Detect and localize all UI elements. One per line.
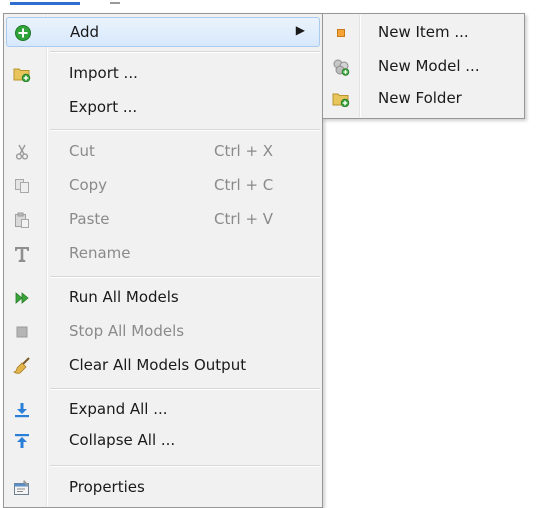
menu-item-label: Expand All ... xyxy=(69,400,168,418)
menu-item-new-folder[interactable]: New Folder xyxy=(325,84,522,114)
menu-item-label: Paste xyxy=(69,210,110,228)
toolbar-remnant xyxy=(0,0,200,12)
menu-item-label: Add xyxy=(70,23,100,41)
menu-item-paste[interactable]: Paste Ctrl + V xyxy=(6,205,320,235)
menu-item-expand-all[interactable]: Expand All ... xyxy=(6,395,320,425)
menu-item-import[interactable]: Import ... xyxy=(6,59,320,89)
cut-icon xyxy=(13,143,31,161)
menu-item-collapse-all[interactable]: Collapse All ... xyxy=(6,426,320,456)
menu-item-label: Clear All Models Output xyxy=(69,356,247,374)
menu-item-copy[interactable]: Copy Ctrl + C xyxy=(6,171,320,201)
menu-item-label: Rename xyxy=(69,244,131,262)
menu-item-label: Run All Models xyxy=(69,288,179,306)
import-folder-icon xyxy=(13,65,31,83)
expand-all-icon xyxy=(13,401,31,419)
context-menu: Add ▶ Import ... Export ... Cut Ctrl + X… xyxy=(3,13,323,508)
menu-item-new-item[interactable]: New Item ... xyxy=(325,18,522,48)
menu-separator xyxy=(50,129,320,131)
menu-item-properties[interactable]: Properties xyxy=(6,473,320,503)
menu-separator xyxy=(50,276,320,278)
new-folder-icon xyxy=(332,90,350,108)
paste-icon xyxy=(13,211,31,229)
menu-item-label: Stop All Models xyxy=(69,322,185,340)
menu-item-label: Import ... xyxy=(69,64,138,82)
menu-item-shortcut: Ctrl + V xyxy=(214,210,274,228)
copy-icon xyxy=(13,177,31,195)
add-icon xyxy=(14,24,32,42)
broom-icon xyxy=(13,357,31,375)
properties-icon xyxy=(13,479,31,497)
menu-item-shortcut: Ctrl + X xyxy=(214,142,274,160)
menu-item-label: New Item ... xyxy=(378,23,469,41)
submenu-arrow-icon: ▶ xyxy=(295,23,305,37)
menu-item-export[interactable]: Export ... xyxy=(6,93,320,123)
stop-icon xyxy=(13,323,31,341)
menu-item-new-model[interactable]: New Model ... xyxy=(325,52,522,82)
menu-item-label: Cut xyxy=(69,142,95,160)
collapse-all-icon xyxy=(13,432,31,450)
menu-item-label: Collapse All ... xyxy=(69,431,176,449)
menu-separator xyxy=(50,51,320,53)
menu-item-label: Properties xyxy=(69,478,145,496)
menu-item-run-all-models[interactable]: Run All Models xyxy=(6,283,320,313)
rename-icon xyxy=(13,245,31,263)
menu-item-label: Export ... xyxy=(69,98,138,116)
menu-item-add[interactable]: Add ▶ xyxy=(6,17,320,47)
menu-item-clear-all-models-output[interactable]: Clear All Models Output xyxy=(6,351,320,381)
menu-item-label: New Folder xyxy=(378,89,462,107)
menu-item-stop-all-models[interactable]: Stop All Models xyxy=(6,317,320,347)
menu-separator xyxy=(50,388,320,390)
new-model-icon xyxy=(332,58,350,76)
menu-item-shortcut: Ctrl + C xyxy=(214,176,274,194)
add-submenu: New Item ... New Model ... New Folder xyxy=(322,13,525,119)
run-all-icon xyxy=(13,289,31,307)
menu-item-label: New Model ... xyxy=(378,57,480,75)
menu-item-rename[interactable]: Rename xyxy=(6,239,320,269)
menu-item-label: Copy xyxy=(69,176,108,194)
new-item-icon xyxy=(332,24,350,42)
menu-item-cut[interactable]: Cut Ctrl + X xyxy=(6,137,320,167)
menu-separator xyxy=(50,465,320,467)
